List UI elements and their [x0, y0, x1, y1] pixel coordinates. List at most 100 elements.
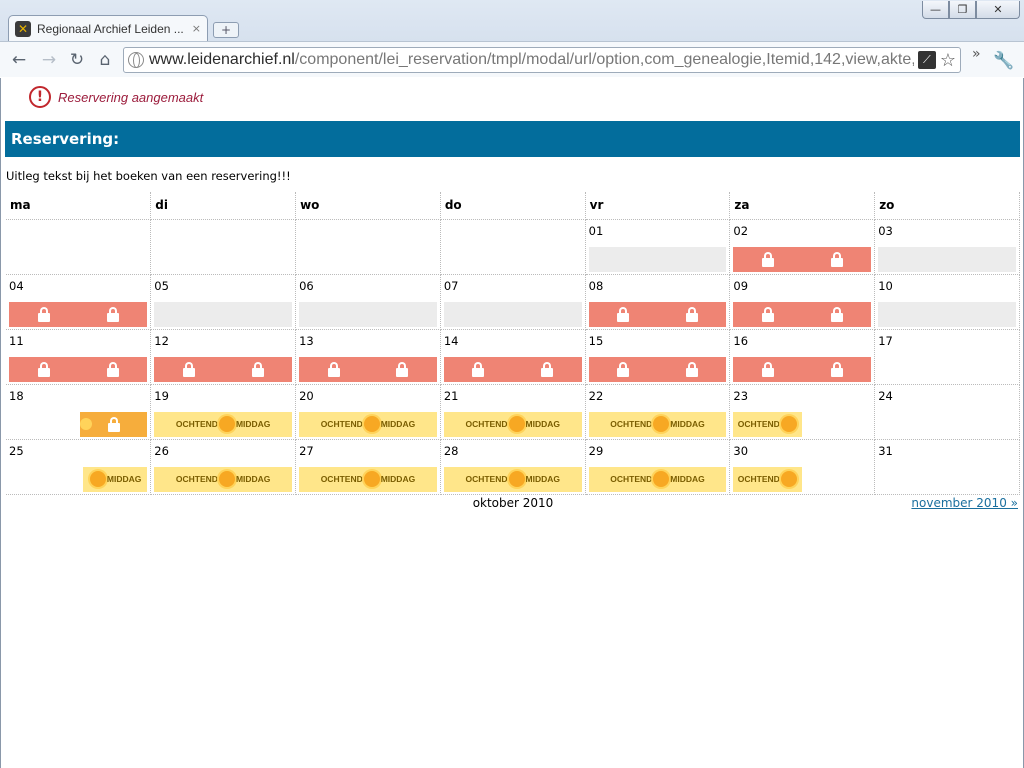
calendar-day-cell[interactable]: 15: [585, 329, 731, 385]
afternoon-slot-label: MIDDAG: [525, 474, 560, 484]
available-slots-bar[interactable]: OCHTEND MIDDAG: [588, 466, 727, 492]
minimize-button[interactable]: —: [922, 1, 949, 19]
afternoon-booked-slot: [513, 357, 582, 382]
forward-arrow-icon[interactable]: →: [38, 49, 60, 71]
page-action-icon[interactable]: ⟋: [917, 51, 936, 69]
calendar-day-cell: 24: [874, 384, 1020, 440]
afternoon-booked-slot: [658, 357, 727, 382]
unavailable-bar[interactable]: [878, 301, 1016, 327]
calendar-day-cell[interactable]: 26 OCHTEND MIDDAG: [150, 439, 297, 495]
unavailable-bar[interactable]: [299, 301, 437, 327]
available-slots-bar[interactable]: OCHTEND MIDDAG: [154, 466, 293, 492]
afternoon-booked-slot: [802, 302, 871, 327]
calendar-day-cell[interactable]: 02: [729, 219, 876, 275]
calendar-day-cell[interactable]: 20 OCHTEND MIDDAG: [295, 384, 441, 440]
calendar-day-cell[interactable]: 27 OCHTEND MIDDAG: [295, 439, 441, 495]
bookmark-star-icon[interactable]: ☆: [940, 50, 956, 71]
next-month-link[interactable]: november 2010 »: [911, 496, 1018, 510]
close-window-button[interactable]: ✕: [976, 1, 1020, 19]
calendar-day-cell[interactable]: 29 OCHTEND MIDDAG: [585, 439, 731, 495]
lock-icon: [617, 361, 630, 377]
fully-booked-bar[interactable]: [733, 246, 872, 272]
morning-slot-bar[interactable]: OCHTEND: [733, 466, 803, 492]
calendar-day-cell[interactable]: 25 MIDDAG: [6, 439, 152, 495]
available-slots-bar[interactable]: OCHTEND MIDDAG: [443, 466, 582, 492]
extensions-chevron-icon[interactable]: »: [972, 46, 981, 62]
calendar-day-cell[interactable]: 16: [729, 329, 876, 385]
unavailable-bar[interactable]: [588, 246, 727, 272]
calendar-week-row: 25 MIDDAG 26 OCHTEND MIDDAG 27 OCHTEND MIDDAG 28…: [6, 439, 1020, 495]
reload-icon[interactable]: ↻: [66, 49, 88, 71]
day-number: 27: [299, 443, 314, 458]
unavailable-bar[interactable]: [443, 301, 582, 327]
calendar-day-cell[interactable]: 01: [585, 219, 731, 275]
fully-booked-bar[interactable]: [9, 301, 148, 327]
calendar-week-row: 01 02 03: [6, 219, 1020, 275]
afternoon-slot-bar[interactable]: MIDDAG: [83, 466, 148, 492]
lock-icon: [830, 306, 843, 322]
fully-booked-bar[interactable]: [733, 356, 872, 382]
calendar-day-cell[interactable]: 09: [729, 274, 876, 330]
afternoon-booked-bar[interactable]: [80, 411, 148, 437]
fully-booked-bar[interactable]: [299, 356, 437, 382]
back-arrow-icon[interactable]: ←: [8, 49, 30, 71]
calendar-day-cell[interactable]: 28 OCHTEND MIDDAG: [440, 439, 586, 495]
sun-icon: [780, 416, 797, 432]
sun-icon: [653, 416, 670, 432]
morning-slot-label: OCHTEND: [320, 474, 363, 484]
calendar-day-cell[interactable]: 04: [6, 274, 152, 330]
calendar-day-cell[interactable]: 13: [295, 329, 441, 385]
weekday-header: do: [440, 192, 586, 220]
available-slots-bar[interactable]: OCHTEND MIDDAG: [299, 466, 437, 492]
exclamation-icon: !: [29, 86, 51, 108]
sun-icon: [780, 471, 797, 487]
lock-icon: [761, 306, 774, 322]
fully-booked-bar[interactable]: [154, 356, 293, 382]
browser-tab[interactable]: ✕ Regionaal Archief Leiden ... ×: [8, 15, 208, 41]
calendar-day-cell[interactable]: 22 OCHTEND MIDDAG: [585, 384, 731, 440]
calendar-day-cell[interactable]: 12: [150, 329, 297, 385]
calendar-day-cell[interactable]: 08: [585, 274, 731, 330]
unavailable-bar[interactable]: [154, 301, 293, 327]
tab-close-icon[interactable]: ×: [192, 22, 201, 35]
calendar-day-cell[interactable]: 23 OCHTEND: [729, 384, 876, 440]
fully-booked-bar[interactable]: [588, 301, 727, 327]
calendar-day-cell[interactable]: 11: [6, 329, 152, 385]
weekday-header: ma: [6, 192, 152, 220]
available-slots-bar[interactable]: OCHTEND MIDDAG: [443, 411, 582, 437]
morning-slot-label: OCHTEND: [175, 474, 218, 484]
available-slots-bar[interactable]: OCHTEND MIDDAG: [588, 411, 727, 437]
unavailable-bar[interactable]: [878, 246, 1016, 272]
lock-icon: [830, 251, 843, 267]
fully-booked-bar[interactable]: [9, 356, 148, 382]
calendar-day-cell[interactable]: 03: [874, 219, 1020, 275]
wrench-menu-icon[interactable]: 🔧: [993, 51, 1014, 71]
home-icon[interactable]: ⌂: [94, 49, 116, 71]
calendar-day-cell[interactable]: 30 OCHTEND: [729, 439, 876, 495]
calendar-day-cell[interactable]: 14: [440, 329, 586, 385]
weekday-header: zo: [874, 192, 1020, 220]
maximize-button[interactable]: ❐: [949, 1, 976, 19]
afternoon-slot-label: MIDDAG: [380, 474, 416, 484]
fully-booked-bar[interactable]: [443, 356, 582, 382]
address-bar[interactable]: www.leidenarchief.nl/component/lei_reser…: [123, 47, 961, 73]
url-text[interactable]: www.leidenarchief.nl/component/lei_reser…: [149, 51, 914, 69]
calendar-day-cell[interactable]: 10: [874, 274, 1020, 330]
available-slots-bar[interactable]: OCHTEND MIDDAG: [154, 411, 293, 437]
calendar-day-cell[interactable]: 05: [150, 274, 297, 330]
calendar-day-cell[interactable]: 19 OCHTEND MIDDAG: [150, 384, 297, 440]
new-tab-button[interactable]: +: [213, 22, 239, 38]
morning-booked-slot: [9, 357, 78, 382]
morning-slot-bar[interactable]: OCHTEND: [733, 411, 803, 437]
afternoon-slot-label: MIDDAG: [235, 419, 271, 429]
calendar-day-cell[interactable]: 18: [6, 384, 152, 440]
calendar-day-cell[interactable]: 06: [295, 274, 441, 330]
fully-booked-bar[interactable]: [733, 301, 872, 327]
available-slots-bar[interactable]: OCHTEND MIDDAG: [299, 411, 437, 437]
fully-booked-bar[interactable]: [588, 356, 727, 382]
calendar-day-cell[interactable]: 21 OCHTEND MIDDAG: [440, 384, 586, 440]
day-number: 06: [299, 278, 314, 293]
calendar-day-cell[interactable]: 07: [440, 274, 586, 330]
afternoon-booked-slot: [223, 357, 292, 382]
afternoon-booked-slot: [368, 357, 437, 382]
